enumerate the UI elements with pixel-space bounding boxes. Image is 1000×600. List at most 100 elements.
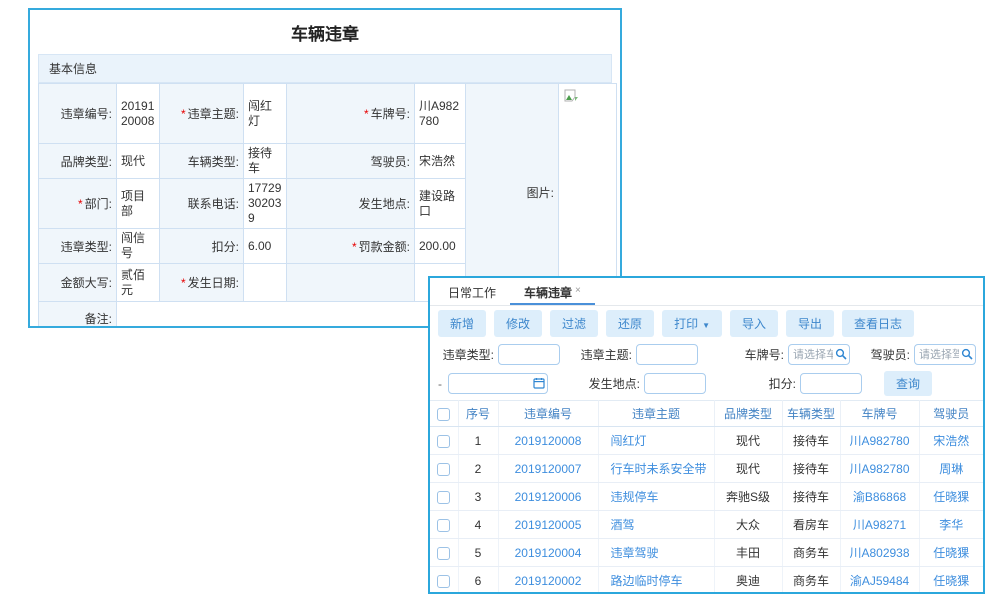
date-range-separator: -	[438, 377, 442, 391]
table-row: 12019120008闯红灯现代接待车川A982780宋浩然	[430, 427, 983, 455]
row-checkbox[interactable]	[437, 575, 450, 588]
cell-no: 4	[458, 511, 498, 539]
field-value-fine: 200.00	[415, 229, 466, 264]
export-button[interactable]: 导出	[786, 310, 834, 337]
required-asterisk: *	[78, 197, 83, 211]
table-row: 32019120006违规停车奔驰S级接待车渝B86868任晓猓	[430, 483, 983, 511]
filter-label-violation-type: 违章类型:	[436, 346, 494, 363]
filter-label-points: 扣分:	[762, 375, 796, 392]
section-header-basic-info: 基本信息	[38, 54, 612, 83]
select-all-checkbox[interactable]	[437, 408, 450, 421]
tab-close-icon[interactable]: ×	[575, 285, 581, 296]
cell-plate[interactable]: 川A982780	[840, 455, 919, 483]
field-value-violation-no: 2019120008	[117, 84, 160, 144]
subject-input[interactable]	[636, 344, 698, 365]
restore-button[interactable]: 还原	[606, 310, 654, 337]
field-label-image: 图片:	[466, 84, 559, 302]
points-input[interactable]	[800, 373, 862, 394]
edit-button[interactable]: 修改	[494, 310, 542, 337]
broken-image-icon	[564, 91, 579, 105]
calendar-icon[interactable]	[533, 377, 545, 392]
field-value-violation-type: 闯信号	[117, 229, 160, 264]
field-value-location: 建设路口	[415, 179, 466, 229]
cell-brand: 奥迪	[714, 567, 782, 595]
field-value-driver: 宋浩然	[415, 144, 466, 179]
table-row: 62019120002路边临时停车奥迪商务车渝AJ59484任晓猓	[430, 567, 983, 595]
search-icon[interactable]	[835, 348, 847, 363]
filter-label-plate: 车牌号:	[738, 346, 784, 363]
cell-subject[interactable]: 酒驾	[598, 511, 714, 539]
select-all-cell	[430, 401, 458, 427]
field-label-brand: 品牌类型:	[39, 144, 117, 179]
field-value-subject: 闯红灯	[244, 84, 287, 144]
search-icon[interactable]	[961, 348, 973, 363]
cell-subject[interactable]: 行车时未系安全带	[598, 455, 714, 483]
field-label-subject: *违章主题:	[160, 84, 244, 144]
cell-no: 5	[458, 539, 498, 567]
cell-driver[interactable]: 任晓猓	[919, 567, 983, 595]
cell-code[interactable]: 2019120004	[498, 539, 598, 567]
field-label-violation-type: 违章类型:	[39, 229, 117, 264]
field-label-phone: 联系电话:	[160, 179, 244, 229]
cell-subject[interactable]: 路边临时停车	[598, 567, 714, 595]
required-asterisk: *	[352, 240, 357, 254]
cell-code[interactable]: 2019120006	[498, 483, 598, 511]
cell-brand: 奔驰S级	[714, 483, 782, 511]
cell-type: 接待车	[782, 427, 840, 455]
filter-area: 违章类型: 违章主题: 车牌号: 驾驶员: -	[430, 340, 983, 398]
import-button[interactable]: 导入	[730, 310, 778, 337]
violation-table: 序号 违章编号 违章主题 品牌类型 车辆类型 车牌号 驾驶员 120191200…	[430, 400, 983, 594]
cell-plate[interactable]: 渝AJ59484	[840, 567, 919, 595]
row-checkbox-cell	[430, 567, 458, 595]
filter-button[interactable]: 过滤	[550, 310, 598, 337]
field-label-driver: 驾驶员:	[287, 144, 415, 179]
cell-driver[interactable]: 宋浩然	[919, 427, 983, 455]
cell-code[interactable]: 2019120008	[498, 427, 598, 455]
tab-vehicle-violation[interactable]: 车辆违章×	[510, 278, 595, 305]
cell-plate[interactable]: 渝B86868	[840, 483, 919, 511]
cell-plate[interactable]: 川A98271	[840, 511, 919, 539]
cell-driver[interactable]: 任晓猓	[919, 483, 983, 511]
view-log-button[interactable]: 查看日志	[842, 310, 914, 337]
col-header-plate: 车牌号	[840, 401, 919, 427]
col-header-no: 序号	[458, 401, 498, 427]
cell-subject[interactable]: 闯红灯	[598, 427, 714, 455]
row-checkbox[interactable]	[437, 519, 450, 532]
location-input[interactable]	[644, 373, 706, 394]
field-label-fine: *罚款金额:	[287, 229, 415, 264]
cell-plate[interactable]: 川A982780	[840, 427, 919, 455]
cell-no: 3	[458, 483, 498, 511]
cell-driver[interactable]: 周琳	[919, 455, 983, 483]
tab-daily-work[interactable]: 日常工作	[434, 278, 510, 305]
row-checkbox[interactable]	[437, 463, 450, 476]
table-row: 52019120004违章驾驶丰田商务车川A802938任晓猓	[430, 539, 983, 567]
field-label-department: *部门:	[39, 179, 117, 229]
row-checkbox[interactable]	[437, 435, 450, 448]
col-header-type: 车辆类型	[782, 401, 840, 427]
table-row: 42019120005酒驾大众看房车川A98271李华	[430, 511, 983, 539]
toolbar: 新增 修改 过滤 还原 打印▼ 导入 导出 查看日志	[430, 306, 983, 340]
query-button[interactable]: 查询	[884, 371, 932, 396]
row-checkbox[interactable]	[437, 547, 450, 560]
violation-type-input[interactable]	[498, 344, 560, 365]
violation-list-panel: 日常工作 车辆违章× 新增 修改 过滤 还原 打印▼ 导入 导出 查看日志 违章…	[428, 276, 985, 594]
cell-code[interactable]: 2019120002	[498, 567, 598, 595]
cell-subject[interactable]: 违章驾驶	[598, 539, 714, 567]
field-value-date	[244, 264, 287, 302]
row-checkbox-cell	[430, 483, 458, 511]
cell-code[interactable]: 2019120005	[498, 511, 598, 539]
add-button[interactable]: 新增	[438, 310, 486, 337]
cell-plate[interactable]: 川A802938	[840, 539, 919, 567]
field-value-brand: 现代	[117, 144, 160, 179]
print-button[interactable]: 打印▼	[662, 310, 722, 337]
cell-subject[interactable]: 违规停车	[598, 483, 714, 511]
field-label-remark: 备注:	[39, 302, 117, 329]
cell-driver[interactable]: 李华	[919, 511, 983, 539]
field-value-department: 项目部	[117, 179, 160, 229]
field-label-plate: *车牌号:	[287, 84, 415, 144]
field-label-amount-words: 金额大写:	[39, 264, 117, 302]
cell-driver[interactable]: 任晓猓	[919, 539, 983, 567]
cell-type: 接待车	[782, 455, 840, 483]
row-checkbox[interactable]	[437, 491, 450, 504]
cell-code[interactable]: 2019120007	[498, 455, 598, 483]
